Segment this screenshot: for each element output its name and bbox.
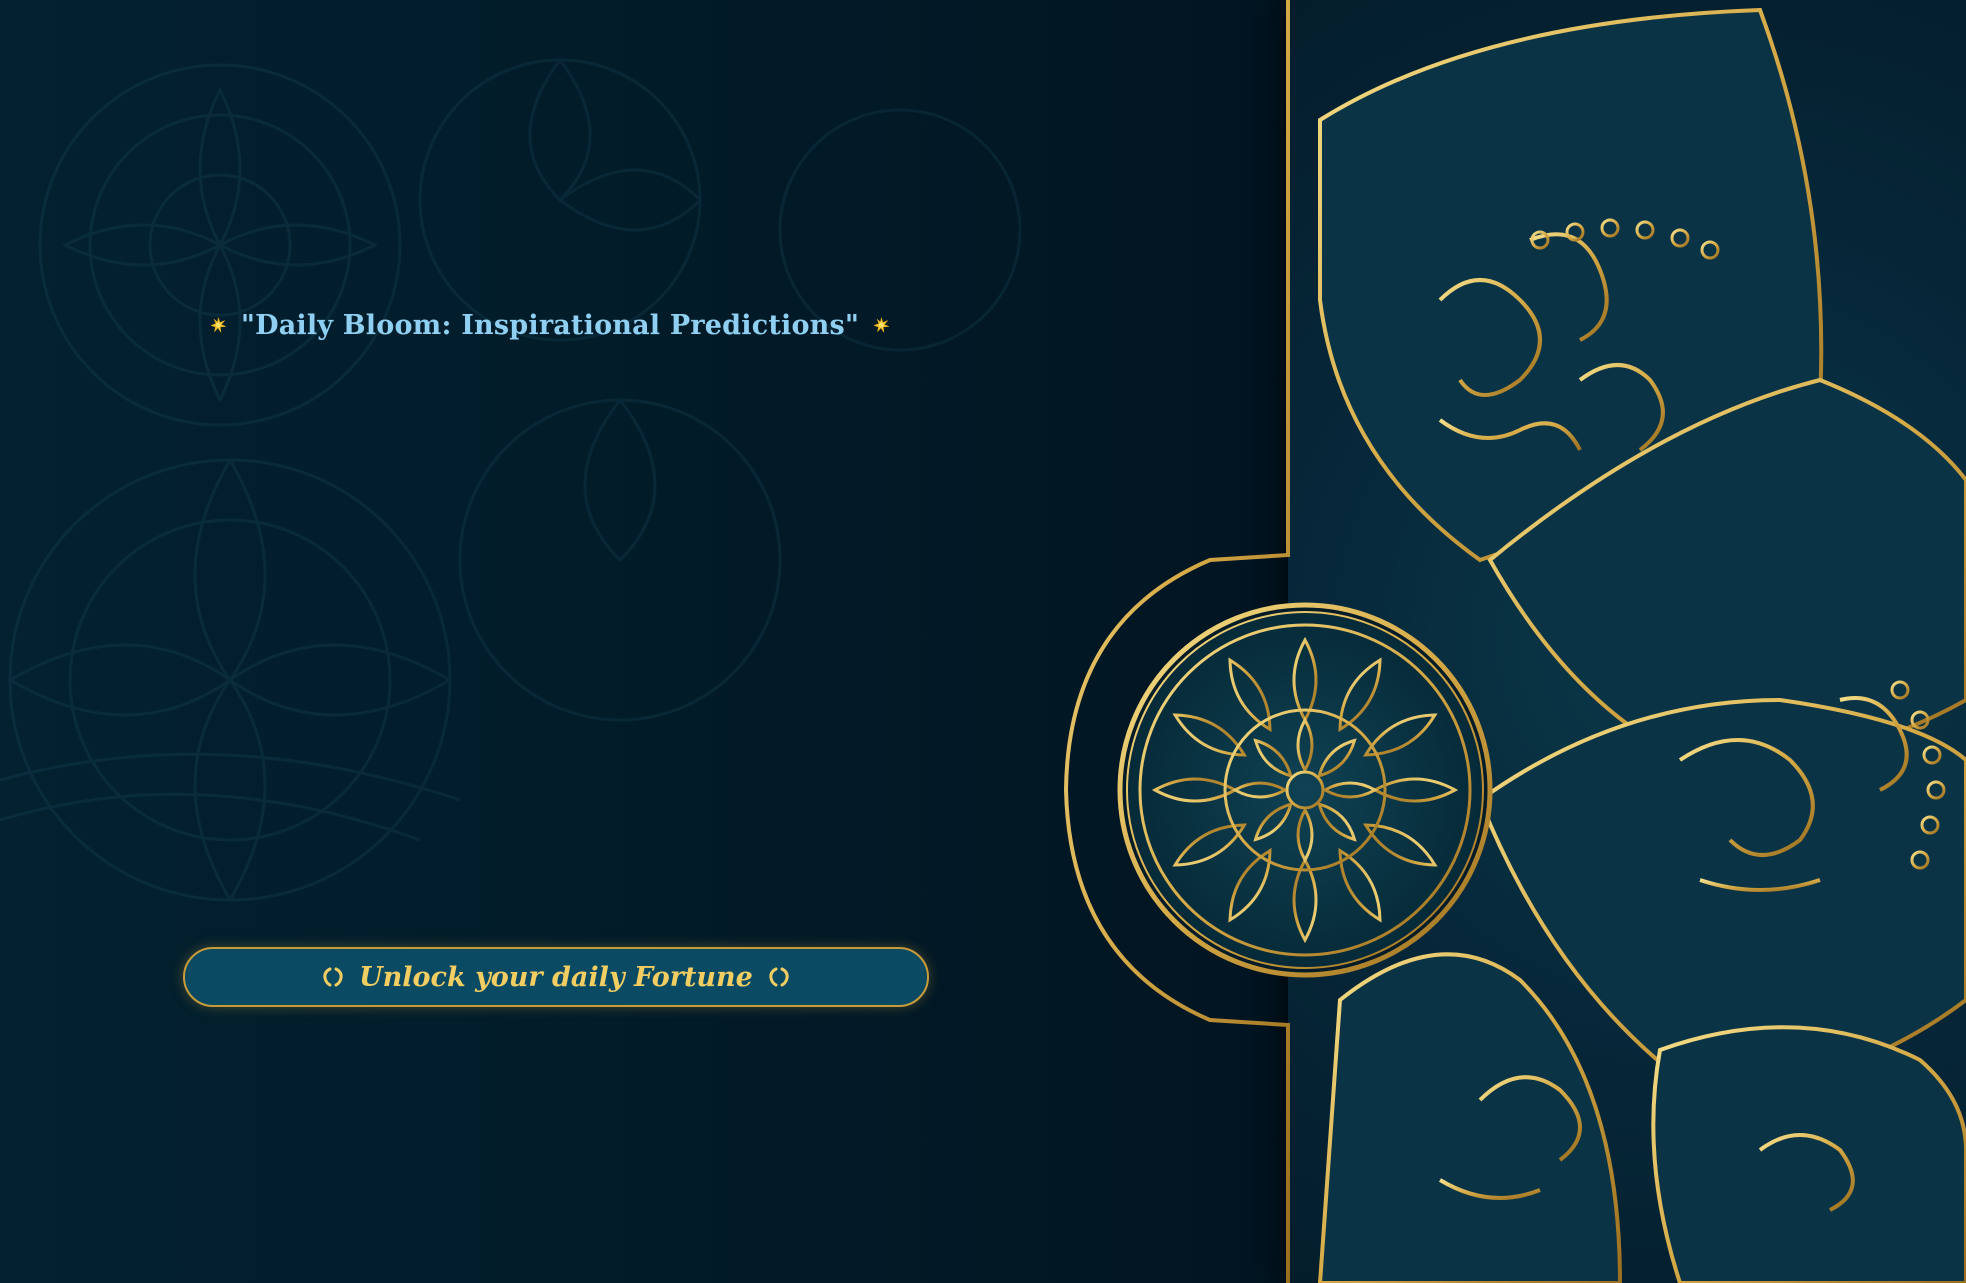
cycle-icon [769, 967, 789, 987]
sparkle-icon [873, 316, 890, 333]
page-title: "Daily Bloom: Inspirational Predictions" [240, 309, 860, 341]
sparkle-icon [210, 316, 227, 333]
cycle-icon [323, 967, 343, 987]
background-mandala-pattern [0, 57, 1022, 903]
unlock-fortune-label: Unlock your daily Fortune [359, 961, 753, 993]
header: "Daily Bloom: Inspirational Predictions" [210, 300, 890, 350]
page-root: "Daily Bloom: Inspirational Predictions"… [0, 0, 1966, 1283]
gold-mandala-ornament [1063, 0, 1966, 1283]
unlock-fortune-button[interactable]: Unlock your daily Fortune [183, 947, 929, 1007]
